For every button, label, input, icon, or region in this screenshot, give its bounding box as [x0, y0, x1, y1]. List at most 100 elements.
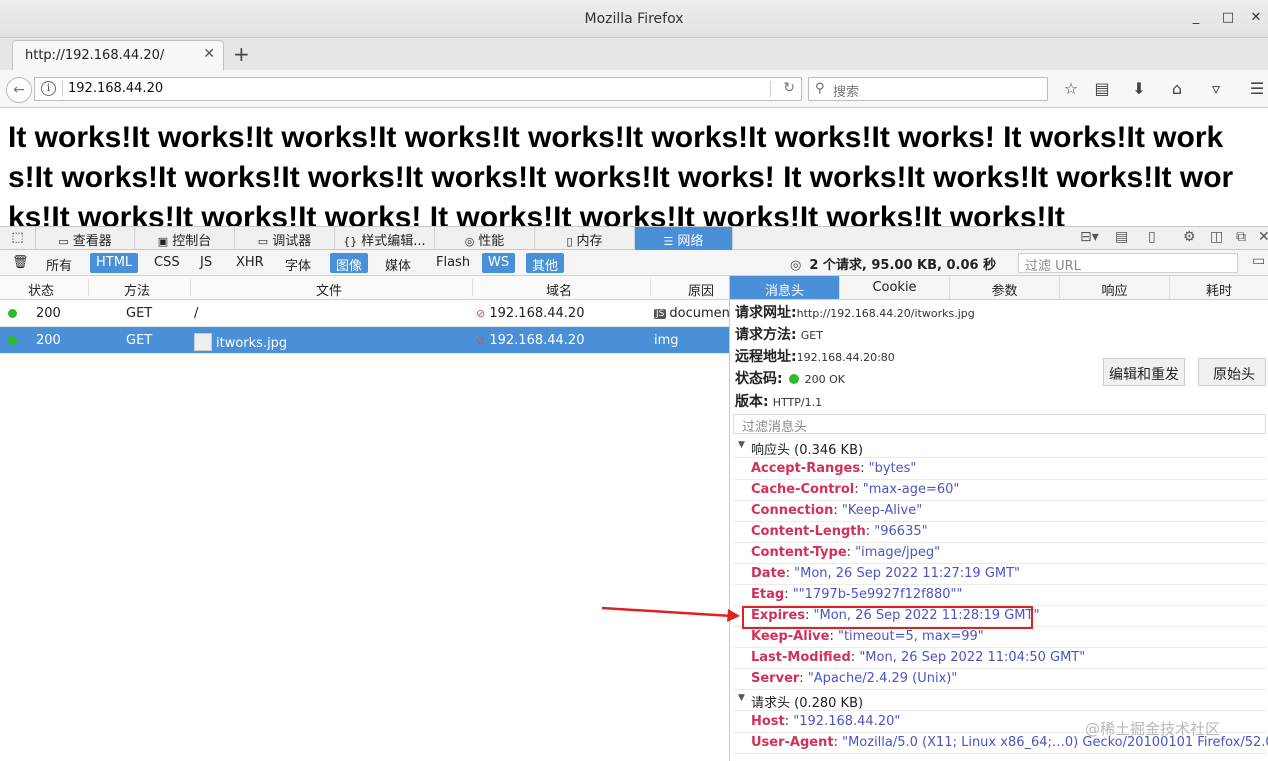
- close-tab-icon[interactable]: ✕: [203, 46, 215, 62]
- settings-gear-icon[interactable]: ⚙: [1183, 229, 1196, 245]
- response-headers-section[interactable]: ▼ 响应头 (0.346 KB): [733, 437, 1266, 458]
- col-status[interactable]: 状态: [28, 280, 54, 299]
- col-domain[interactable]: 域名: [546, 280, 572, 299]
- pick-element-icon[interactable]: ⬚: [0, 227, 36, 250]
- col-method[interactable]: 方法: [124, 280, 150, 299]
- clear-trash-icon[interactable]: 🗑: [6, 253, 35, 273]
- header-key: Content-Length: [751, 524, 866, 539]
- tab-inspector[interactable]: ▭ 查看器: [36, 227, 135, 250]
- filter-js[interactable]: JS: [194, 253, 218, 273]
- close-window-icon[interactable]: ✕: [1248, 10, 1264, 26]
- tab-timings[interactable]: 耗时: [1170, 276, 1268, 299]
- url-filter-input[interactable]: 过滤 URL: [1018, 253, 1238, 274]
- header-value: "Mon, 26 Sep 2022 11:04:50 GMT": [859, 650, 1086, 665]
- request-list-header: 状态 方法 文件 域名 原因: [0, 276, 730, 300]
- header-key: Cache-Control: [751, 482, 855, 497]
- header-key: Keep-Alive: [751, 629, 830, 644]
- row-file-text: itworks.jpg: [216, 336, 288, 351]
- version-label: 版本:: [735, 394, 769, 410]
- expand-triangle-icon[interactable]: ▼: [738, 440, 745, 450]
- tab-params[interactable]: 参数: [950, 276, 1060, 299]
- tab-debugger[interactable]: ▭ 调试器: [235, 227, 335, 250]
- filter-other[interactable]: 其他: [526, 253, 565, 274]
- col-file[interactable]: 文件: [316, 280, 342, 299]
- filter-media[interactable]: 媒体: [379, 253, 417, 274]
- tab-memory[interactable]: ▯ 内存: [535, 227, 635, 250]
- table-row-selected[interactable]: 200 GET itworks.jpg ⊘ 192.168.44.20 img: [0, 327, 730, 354]
- header-row: Content-Length: "96635": [733, 522, 1266, 543]
- tab-network[interactable]: ☰ 网络: [635, 227, 733, 250]
- edit-resend-button[interactable]: 编辑和重发: [1103, 358, 1185, 386]
- split-console-icon[interactable]: ▤: [1115, 229, 1128, 245]
- download-icon[interactable]: ⬇: [1128, 79, 1150, 98]
- tab-cookies[interactable]: Cookie: [840, 276, 950, 299]
- filter-css[interactable]: CSS: [148, 253, 186, 273]
- new-tab-button[interactable]: +: [233, 42, 250, 66]
- method-value: GET: [800, 329, 823, 342]
- reload-icon[interactable]: ↻: [783, 80, 795, 96]
- dock-side-icon[interactable]: ◫: [1210, 229, 1223, 245]
- row-cause: JS documen: [654, 306, 730, 321]
- raw-headers-button[interactable]: 原始头: [1198, 358, 1266, 386]
- table-row[interactable]: 200 GET / ⊘ 192.168.44.20 JS documen: [0, 300, 730, 327]
- header-row: Accept-Ranges: "bytes": [733, 459, 1266, 480]
- tab-response[interactable]: 响应: [1060, 276, 1170, 299]
- header-row: Keep-Alive: "timeout=5, max=99": [733, 627, 1266, 648]
- status-value: 200 OK: [804, 373, 845, 386]
- url-bar[interactable]: i 192.168.44.20 ↻: [34, 77, 802, 101]
- home-icon[interactable]: ⌂: [1166, 79, 1188, 98]
- header-value: "Keep-Alive": [841, 503, 923, 518]
- dock-icon[interactable]: ⊟▾: [1080, 229, 1099, 245]
- tab-style-editor[interactable]: {} 样式编辑...: [335, 227, 435, 250]
- expand-triangle-icon[interactable]: ▼: [738, 693, 745, 703]
- reload-perf-icon[interactable]: ◎: [790, 258, 801, 273]
- row-domain: ⊘ 192.168.44.20: [476, 306, 584, 321]
- menu-icon[interactable]: ☰: [1246, 79, 1268, 98]
- request-method-row: 请求方法: GET: [735, 324, 823, 344]
- info-icon[interactable]: i: [41, 81, 56, 96]
- filter-flash[interactable]: Flash: [430, 253, 476, 273]
- panel-splitter[interactable]: [729, 276, 730, 761]
- browser-tab[interactable]: http://192.168.44.20/ ✕: [12, 40, 224, 70]
- filter-ws[interactable]: WS: [482, 253, 516, 273]
- header-value: "192.168.44.20": [793, 714, 901, 729]
- inspector-icon: ▭: [58, 235, 69, 248]
- search-input[interactable]: ⚲ 搜索: [808, 77, 1048, 101]
- tab-title: http://192.168.44.20/: [25, 48, 165, 63]
- tab-label: 网络: [677, 234, 704, 249]
- undock-icon[interactable]: ⧉: [1236, 229, 1246, 245]
- status-label: 状态码:: [735, 371, 783, 387]
- tab-label: 性能: [478, 234, 505, 249]
- close-devtools-icon[interactable]: ✕: [1258, 229, 1268, 245]
- header-key: Connection: [751, 503, 834, 518]
- back-icon[interactable]: ←: [6, 77, 32, 103]
- filter-fonts[interactable]: 字体: [279, 253, 317, 274]
- responsive-icon[interactable]: ▯: [1148, 229, 1156, 245]
- reading-list-icon[interactable]: ▤: [1091, 79, 1113, 98]
- maximize-icon[interactable]: □: [1220, 10, 1236, 26]
- row-method: GET: [126, 306, 153, 321]
- search-icon: ⚲: [815, 81, 825, 96]
- url-text[interactable]: 192.168.44.20: [68, 81, 163, 96]
- col-sep: [472, 279, 473, 296]
- filter-images[interactable]: 图像: [330, 253, 369, 274]
- filter-all[interactable]: 所有: [40, 253, 78, 274]
- tab-performance[interactable]: ◎ 性能: [435, 227, 535, 250]
- header-row: Content-Type: "image/jpeg": [733, 543, 1266, 564]
- bookmark-star-icon[interactable]: ☆: [1060, 79, 1082, 98]
- minimize-icon[interactable]: _: [1188, 10, 1204, 26]
- row-file: itworks.jpg: [194, 333, 287, 351]
- col-cause[interactable]: 原因: [688, 280, 714, 299]
- toggle-panel-icon[interactable]: ▭: [1252, 253, 1265, 269]
- tab-headers[interactable]: 消息头: [730, 276, 840, 299]
- request-headers-section[interactable]: ▼ 请求头 (0.280 KB): [733, 690, 1266, 711]
- header-filter-input[interactable]: 过滤消息头: [733, 414, 1266, 435]
- filter-xhr[interactable]: XHR: [230, 253, 270, 273]
- js-icon: JS: [654, 309, 667, 319]
- row-method: GET: [126, 333, 153, 348]
- filter-html[interactable]: HTML: [90, 253, 139, 273]
- page-text: It works!It works!It works!It works!It w…: [8, 121, 1234, 226]
- pocket-icon[interactable]: ▿: [1205, 79, 1227, 98]
- method-label: 请求方法:: [735, 327, 797, 343]
- tab-console[interactable]: ▣ 控制台: [135, 227, 235, 250]
